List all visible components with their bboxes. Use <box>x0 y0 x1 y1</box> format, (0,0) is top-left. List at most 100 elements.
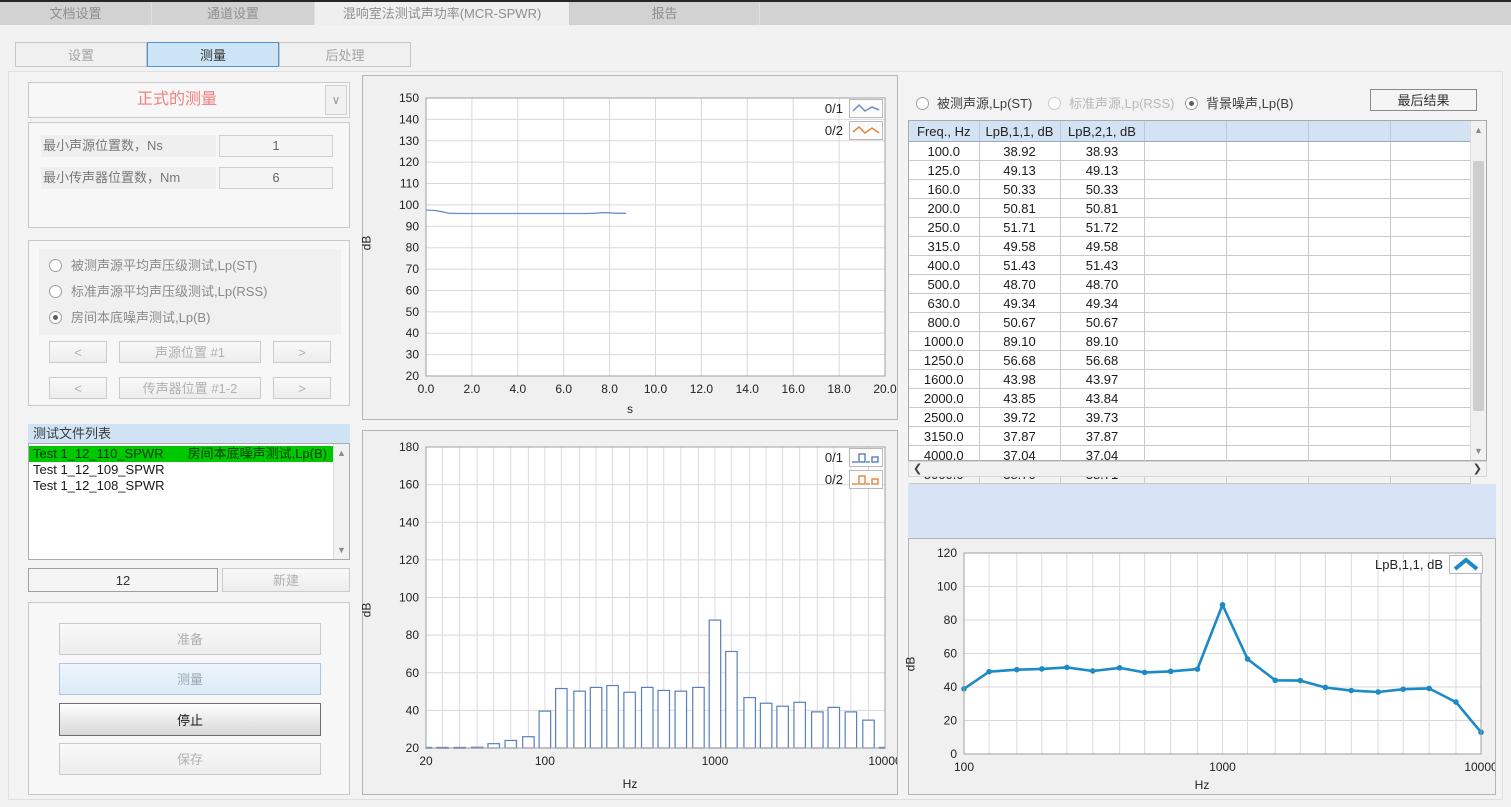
table-cell[interactable] <box>1308 180 1390 199</box>
scroll-down-icon[interactable]: ▼ <box>1471 444 1486 458</box>
table-cell[interactable]: 49.34 <box>1060 294 1144 313</box>
table-cell[interactable]: 43.98 <box>979 370 1060 389</box>
table-cell[interactable]: 39.72 <box>979 408 1060 427</box>
table-row[interactable]: 800.050.6750.67 <box>909 313 1470 332</box>
mic-position-button[interactable]: 传声器位置 #1-2 <box>119 377 261 399</box>
table-cell[interactable] <box>1308 275 1390 294</box>
tab-channel-settings[interactable]: 通道设置 <box>152 2 315 25</box>
table-row[interactable]: 315.049.5849.58 <box>909 237 1470 256</box>
radio-circle-icon[interactable] <box>1185 97 1198 110</box>
table-cell[interactable]: 160.0 <box>909 180 979 199</box>
radio-circle-icon[interactable] <box>916 97 929 110</box>
table-cell[interactable]: 200.0 <box>909 199 979 218</box>
measure-mode-combobox[interactable]: 正式的测量 ∨ <box>28 82 350 118</box>
table-row[interactable]: 500.048.7048.70 <box>909 275 1470 294</box>
table-cell[interactable] <box>1308 142 1390 161</box>
table-cell[interactable] <box>1144 199 1226 218</box>
list-item[interactable]: Test 1_12_110_SPWR房间本底噪声测试,Lp(B) <box>29 446 333 462</box>
table-cell[interactable] <box>1144 256 1226 275</box>
table-row[interactable]: 250.051.7151.72 <box>909 218 1470 237</box>
table-cell[interactable] <box>1308 161 1390 180</box>
table-cell[interactable]: 89.10 <box>979 332 1060 351</box>
table-cell[interactable]: 500.0 <box>909 275 979 294</box>
table-cell[interactable] <box>1390 275 1470 294</box>
table-cell[interactable] <box>1308 294 1390 313</box>
table-cell[interactable] <box>1226 370 1308 389</box>
test-file-list[interactable]: Test 1_12_110_SPWR房间本底噪声测试,Lp(B)Test 1_1… <box>28 443 350 560</box>
table-cell[interactable]: 50.33 <box>1060 180 1144 199</box>
table-cell[interactable] <box>1390 313 1470 332</box>
file-list-scrollbar[interactable]: ▲ ▼ <box>333 444 349 559</box>
table-cell[interactable] <box>1144 389 1226 408</box>
table-row[interactable]: 125.049.1349.13 <box>909 161 1470 180</box>
radio-circle-icon[interactable] <box>49 285 62 298</box>
table-cell[interactable] <box>1144 142 1226 161</box>
table-cell[interactable] <box>1390 199 1470 218</box>
table-cell[interactable] <box>1308 199 1390 218</box>
radio-lp-st[interactable]: 被测声源平均声压级测试,Lp(ST) <box>49 255 257 274</box>
table-cell[interactable]: 48.70 <box>1060 275 1144 294</box>
table-cell[interactable]: 50.81 <box>1060 199 1144 218</box>
table-cell[interactable]: 51.72 <box>1060 218 1144 237</box>
scroll-right-icon[interactable]: ❯ <box>1473 462 1482 477</box>
table-cell[interactable] <box>1144 161 1226 180</box>
table-cell[interactable] <box>1308 427 1390 446</box>
table-cell[interactable]: 100.0 <box>909 142 979 161</box>
table-cell[interactable]: 400.0 <box>909 256 979 275</box>
source-position-button[interactable]: 声源位置 #1 <box>119 341 261 363</box>
table-cell[interactable] <box>1144 313 1226 332</box>
table-cell[interactable] <box>1308 370 1390 389</box>
table-cell[interactable]: 50.67 <box>1060 313 1144 332</box>
stop-button[interactable]: 停止 <box>59 703 321 736</box>
table-cell[interactable] <box>1390 256 1470 275</box>
radio-lp-rss[interactable]: 标准声源平均声压级测试,Lp(RSS) <box>49 281 267 300</box>
table-cell[interactable]: 250.0 <box>909 218 979 237</box>
table-cell[interactable]: 37.87 <box>979 427 1060 446</box>
table-cell[interactable] <box>1144 408 1226 427</box>
radio-lp-b[interactable]: 房间本底噪声测试,Lp(B) <box>49 307 210 326</box>
table-cell[interactable] <box>1226 275 1308 294</box>
table-cell[interactable] <box>1144 275 1226 294</box>
table-cell[interactable] <box>1226 408 1308 427</box>
table-row[interactable]: 200.050.8150.81 <box>909 199 1470 218</box>
table-cell[interactable]: 39.73 <box>1060 408 1144 427</box>
mic-next-button[interactable]: > <box>273 377 331 399</box>
table-cell[interactable] <box>1144 427 1226 446</box>
view-radio-lp-rss[interactable]: 标准声源,Lp(RSS) <box>1048 93 1174 112</box>
tab-document-settings[interactable]: 文档设置 <box>0 2 152 25</box>
table-row[interactable]: 1000.089.1089.10 <box>909 332 1470 351</box>
table-cell[interactable]: 50.33 <box>979 180 1060 199</box>
table-cell[interactable] <box>1308 313 1390 332</box>
table-cell[interactable] <box>1390 389 1470 408</box>
table-cell[interactable]: 1000.0 <box>909 332 979 351</box>
table-cell[interactable]: 43.84 <box>1060 389 1144 408</box>
table-cell[interactable]: 48.70 <box>979 275 1060 294</box>
table-cell[interactable] <box>1144 294 1226 313</box>
file-count-field[interactable]: 12 <box>28 568 218 592</box>
table-hscrollbar[interactable]: ❮ ❯ <box>908 461 1487 477</box>
table-row[interactable]: 1250.056.6856.68 <box>909 351 1470 370</box>
table-cell[interactable] <box>1390 408 1470 427</box>
table-cell[interactable] <box>1390 427 1470 446</box>
mic-prev-button[interactable]: < <box>49 377 107 399</box>
radio-circle-icon[interactable] <box>49 311 62 324</box>
table-cell[interactable] <box>1390 142 1470 161</box>
table-cell[interactable] <box>1308 389 1390 408</box>
scroll-down-icon[interactable]: ▼ <box>334 543 349 557</box>
table-cell[interactable] <box>1390 351 1470 370</box>
table-row[interactable]: 160.050.3350.33 <box>909 180 1470 199</box>
table-cell[interactable]: 2500.0 <box>909 408 979 427</box>
table-cell[interactable]: 125.0 <box>909 161 979 180</box>
table-scrollbar[interactable]: ▲ ▼ <box>1470 121 1486 460</box>
table-cell[interactable] <box>1390 161 1470 180</box>
subtab-postprocess[interactable]: 后处理 <box>279 42 411 67</box>
table-cell[interactable] <box>1144 332 1226 351</box>
radio-circle-icon[interactable] <box>1048 97 1061 110</box>
scroll-left-icon[interactable]: ❮ <box>913 462 922 477</box>
measure-button[interactable]: 测量 <box>59 663 321 695</box>
table-cell[interactable] <box>1308 256 1390 275</box>
tab-mcr-spwr[interactable]: 混响室法测试声功率(MCR-SPWR) <box>315 2 570 25</box>
save-button[interactable]: 保存 <box>59 743 321 775</box>
table-cell[interactable] <box>1226 351 1308 370</box>
subtab-settings[interactable]: 设置 <box>15 42 147 67</box>
